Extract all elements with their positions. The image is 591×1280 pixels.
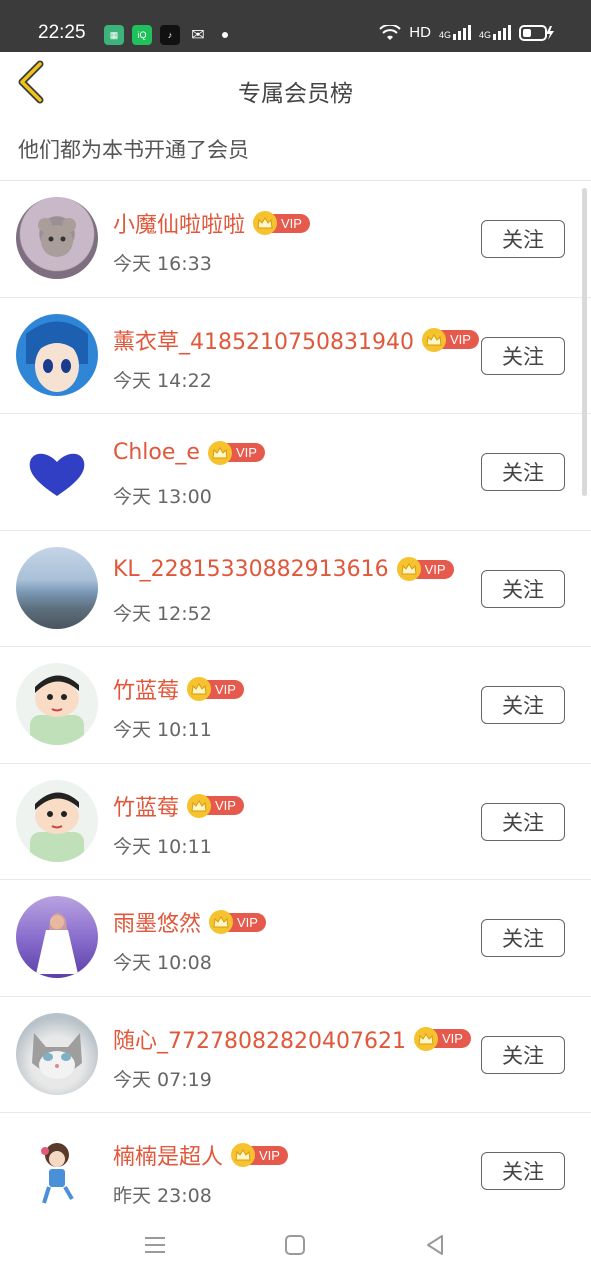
crown-icon [253,211,278,235]
member-time: 今天 10:11 [113,719,212,741]
member-time: 今天 07:19 [113,1068,212,1091]
menu-icon[interactable] [140,1230,170,1260]
member-name[interactable]: 随心_77278082820407621 VIP [113,1023,471,1055]
member-list[interactable]: 小魔仙啦啦啦 VIP 今天 16:33 关注 薰衣草_4185210750831… [0,181,591,1211]
header: 专属会员榜 [0,52,591,124]
follow-button[interactable]: 关注 [481,1035,565,1074]
home-icon[interactable] [280,1230,310,1260]
scrollbar[interactable] [582,188,587,496]
vip-badge: VIP [187,677,244,701]
member-name[interactable]: 竹蓝莓 VIP [113,790,244,822]
battery-icon [519,24,554,41]
page-title: 专属会员榜 [238,81,353,107]
wifi-icon [379,24,402,40]
vip-badge: VIP [231,1143,288,1167]
follow-button[interactable]: 关注 [481,336,565,375]
tiktok-icon: ♪ [160,25,180,45]
status-indicators: HD 4G 4G [379,24,555,41]
crown-icon [209,910,234,934]
signal-icon: 4G [439,25,471,40]
follow-button[interactable]: 关注 [481,686,565,724]
list-item[interactable]: 竹蓝莓 VIP 今天 10:11 关注 [0,764,591,880]
member-time: 今天 13:00 [113,486,212,508]
avatar[interactable] [16,1012,98,1095]
follow-button[interactable]: 关注 [481,569,565,608]
crown-icon [187,677,212,701]
member-name[interactable]: 楠楠是超人 VIP [113,1139,288,1171]
member-time: 今天 16:33 [113,253,212,275]
list-item[interactable]: 薰衣草_4185210750831940 VIP 今天 14:22 关注 [0,298,591,414]
avatar[interactable] [16,313,98,396]
app-icon-green: ▦ [104,25,124,45]
vip-badge: VIP [253,211,310,235]
vip-badge: VIP [207,440,265,465]
status-app-icons: ▦ iQ ♪ ✉ [104,25,228,45]
crown-icon [231,1143,256,1167]
list-item[interactable]: 小魔仙啦啦啦 VIP 今天 16:33 关注 [0,181,591,298]
member-name[interactable]: 雨墨悠然 VIP [113,906,266,938]
crown-icon [421,327,446,352]
crown-icon [187,793,212,818]
page-subtitle: 他们都为本书开通了会员 [18,138,249,162]
list-item[interactable]: 雨墨悠然 VIP 今天 10:08 关注 [0,880,591,997]
member-time: 昨天 23:08 [113,1185,212,1207]
vip-badge: VIP [413,1026,471,1051]
avatar[interactable] [16,779,98,862]
member-time: 今天 14:22 [113,369,212,392]
wechat-icon: ✉ [191,27,205,44]
vip-badge: VIP [396,557,454,581]
iqiyi-icon: iQ [132,25,152,45]
avatar[interactable] [16,1129,98,1211]
crown-icon [413,1026,438,1051]
notification-dot [222,32,228,38]
avatar[interactable] [16,197,98,279]
member-name[interactable]: KL_22815330882913616 VIP [113,557,454,582]
network-label: HD [409,24,431,41]
status-bar: 22:25 ▦ iQ ♪ ✉ HD 4G 4G [0,0,591,52]
avatar[interactable] [16,663,98,745]
vip-badge: VIP [421,327,479,352]
avatar[interactable] [16,896,98,978]
list-item[interactable]: 楠楠是超人 VIP 昨天 23:08 关注 [0,1113,591,1211]
crown-icon [396,557,421,581]
status-time: 22:25 [38,22,86,43]
member-name[interactable]: Chloe_e VIP [113,440,265,465]
member-name[interactable]: 小魔仙啦啦啦 VIP [113,207,310,239]
crown-icon [207,440,232,465]
follow-button[interactable]: 关注 [481,1152,565,1190]
member-name[interactable]: 竹蓝莓 VIP [113,673,244,705]
list-item[interactable]: 竹蓝莓 VIP 今天 10:11 关注 [0,647,591,764]
follow-button[interactable]: 关注 [481,453,565,491]
member-name[interactable]: 薰衣草_4185210750831940 VIP [113,324,479,356]
follow-button[interactable]: 关注 [481,919,565,957]
follow-button[interactable]: 关注 [481,220,565,258]
member-time: 今天 10:08 [113,952,212,974]
signal-icon-2: 4G [479,25,511,40]
follow-button[interactable]: 关注 [481,802,565,841]
back-icon[interactable] [420,1230,450,1260]
vip-badge: VIP [187,793,244,818]
member-time: 今天 12:52 [113,602,212,625]
member-time: 今天 10:11 [113,835,212,858]
system-nav-bar [0,1212,591,1280]
list-item[interactable]: Chloe_e VIP 今天 13:00 关注 [0,414,591,531]
list-item[interactable]: KL_22815330882913616 VIP 今天 12:52 关注 [0,531,591,647]
vip-badge: VIP [209,910,266,934]
avatar[interactable] [16,430,98,512]
list-item[interactable]: 随心_77278082820407621 VIP 今天 07:19 关注 [0,997,591,1113]
avatar[interactable] [16,546,98,629]
